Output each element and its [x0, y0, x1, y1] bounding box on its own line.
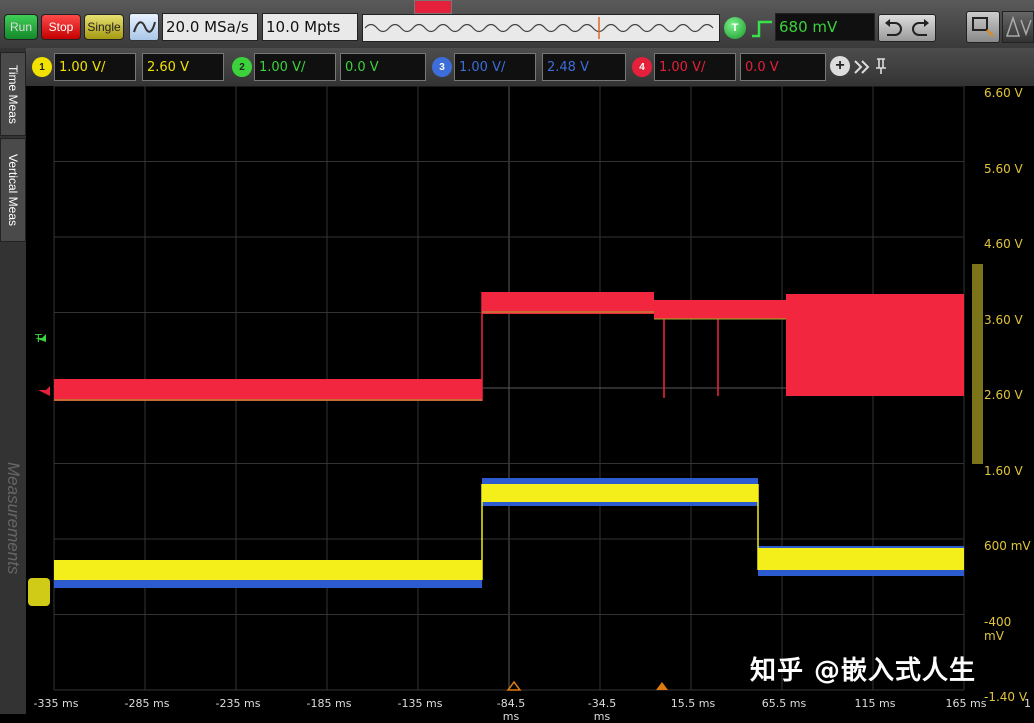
channel-3-badge[interactable]: 3 — [432, 57, 452, 77]
waveform-display[interactable]: T 6.60 V 5.60 V 4.60 V 3.60 V 2.60 V 1.60 V 60… — [26, 85, 1034, 723]
x-axis-label: -335 ms — [33, 697, 79, 710]
channel-1-scale-bar — [972, 264, 983, 464]
measurements-label: Measurements — [4, 461, 23, 575]
undo-icon[interactable] — [881, 17, 905, 39]
trigger-position-marker — [414, 0, 452, 14]
y-axis-label: 3.60 V — [984, 312, 1023, 327]
y-axis-label: -400 mV — [984, 614, 1012, 643]
sample-rate-field[interactable]: 20.0 MSa/s — [162, 13, 258, 41]
channel-2-offset[interactable]: 0.0 V — [340, 53, 426, 81]
channel-1-scale[interactable]: 1.00 V/ — [54, 53, 136, 81]
channel-1-badge[interactable]: 1 — [32, 57, 52, 77]
y-axis-label: 600 mV — [984, 539, 1031, 553]
y-axis-label: 5.60 V — [984, 161, 1023, 176]
top-toolbar: Run Stop Single 20.0 MSa/s 10.0 Mpts T 6… — [0, 0, 1034, 48]
tab-time-meas-label: Time Meas — [6, 64, 20, 124]
x-axis-label: -135 ms — [397, 697, 443, 710]
cursor-mode-button[interactable] — [1002, 11, 1034, 43]
acquire-mode-button[interactable] — [129, 13, 159, 41]
channel-bar: 1 1.00 V/ 2.60 V 2 1.00 V/ 0.0 V 3 1.00 … — [26, 48, 1034, 86]
zoom-button[interactable] — [966, 11, 1000, 43]
trigger-level-marker: T — [34, 332, 42, 345]
trigger-time-marker — [506, 680, 522, 691]
add-channel-icon[interactable]: + — [830, 56, 850, 76]
x-axis-label: -235 ms — [215, 697, 261, 710]
more-channels-icon[interactable] — [852, 58, 872, 76]
rising-edge-icon[interactable] — [750, 18, 774, 40]
x-axis-end-label: 1 — [1024, 697, 1031, 710]
delta-v-icon — [1005, 15, 1032, 37]
stop-button[interactable]: Stop — [41, 14, 81, 40]
pin-icon[interactable] — [874, 56, 888, 76]
run-button[interactable]: Run — [4, 14, 38, 40]
y-axis-label: -1.40 V — [984, 690, 1028, 704]
channel-4-badge[interactable]: 4 — [632, 57, 652, 77]
tab-vertical-meas[interactable]: Vertical Meas — [0, 138, 26, 242]
channel-2-scale[interactable]: 1.00 V/ — [254, 53, 336, 81]
memory-overview-bar[interactable] — [362, 14, 720, 42]
x-axis-label: 65.5 ms — [761, 697, 807, 710]
memory-depth-field[interactable]: 10.0 Mpts — [262, 13, 358, 41]
zoom-icon — [972, 17, 994, 37]
memory-overview-waveform — [364, 17, 714, 39]
x-axis-label: 15.5 ms — [670, 697, 716, 710]
channel-2-badge[interactable]: 2 — [232, 57, 252, 77]
x-axis-label: -84.5 ms — [496, 697, 526, 723]
x-axis-label: 165 ms — [945, 697, 987, 710]
tab-time-meas[interactable]: Time Meas — [0, 52, 26, 136]
undo-redo-group — [878, 14, 936, 42]
time-reference-marker — [656, 682, 668, 690]
x-axis-label: -34.5 ms — [587, 697, 617, 723]
tab-vertical-meas-label: Vertical Meas — [6, 153, 20, 227]
single-button[interactable]: Single — [84, 14, 124, 40]
x-axis-label: 115 ms — [854, 697, 896, 710]
y-axis-label: 1.60 V — [984, 463, 1023, 478]
waveform-icon — [133, 21, 156, 33]
channel-1-ground-marker — [28, 578, 50, 606]
trigger-source-button[interactable]: T — [724, 17, 746, 39]
trigger-level-field[interactable]: 680 mV — [775, 13, 875, 41]
x-axis-label: -185 ms — [306, 697, 352, 710]
left-sidebar: Time Meas Vertical Meas Measurements — [0, 48, 26, 714]
y-axis-label: 6.60 V — [984, 86, 1023, 100]
watermark-text: 知乎 @嵌入式人生 — [750, 656, 977, 686]
y-axis-label: 4.60 V — [984, 237, 1023, 251]
channel-4-offset[interactable]: 0.0 V — [740, 53, 826, 81]
redo-icon[interactable] — [909, 17, 933, 39]
waveform-plot: T — [28, 85, 983, 691]
channel-4-scale[interactable]: 1.00 V/ — [654, 53, 736, 81]
x-axis-label: -285 ms — [124, 697, 170, 710]
y-axis-label: 2.60 V — [984, 388, 1023, 402]
channel-1-offset[interactable]: 2.60 V — [142, 53, 224, 81]
measurements-panel-tab[interactable]: Measurements — [0, 428, 26, 608]
channel-3-scale[interactable]: 1.00 V/ — [454, 53, 536, 81]
channel-3-offset[interactable]: 2.48 V — [542, 53, 626, 81]
channel-4-ground-marker — [38, 386, 50, 396]
